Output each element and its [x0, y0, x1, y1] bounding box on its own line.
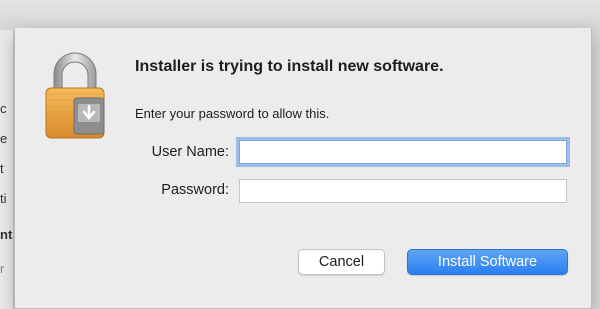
dialog-subtitle: Enter your password to allow this. [135, 106, 330, 121]
background-text-fragment: e [0, 131, 8, 146]
background-text-fragment: t [0, 161, 4, 176]
user-name-field[interactable] [239, 140, 567, 164]
padlock-installer-icon [40, 50, 110, 140]
background-text-fragment: r [0, 261, 5, 276]
dialog-title: Installer is trying to install new softw… [135, 58, 444, 75]
password-field[interactable] [239, 179, 567, 203]
user-name-label: User Name: [151, 144, 229, 160]
password-label: Password: [161, 182, 229, 198]
cancel-button[interactable]: Cancel [298, 249, 385, 275]
install-software-button[interactable]: Install Software [407, 249, 568, 275]
authentication-dialog: Installer is trying to install new softw… [14, 28, 592, 309]
background-window: c e t ti nt r [0, 30, 14, 309]
background-text-fragment: ti [0, 191, 7, 206]
background-text-fragment: nt [0, 227, 13, 242]
background-window-titlebar [0, 0, 600, 30]
background-text-fragment: c [0, 101, 7, 116]
